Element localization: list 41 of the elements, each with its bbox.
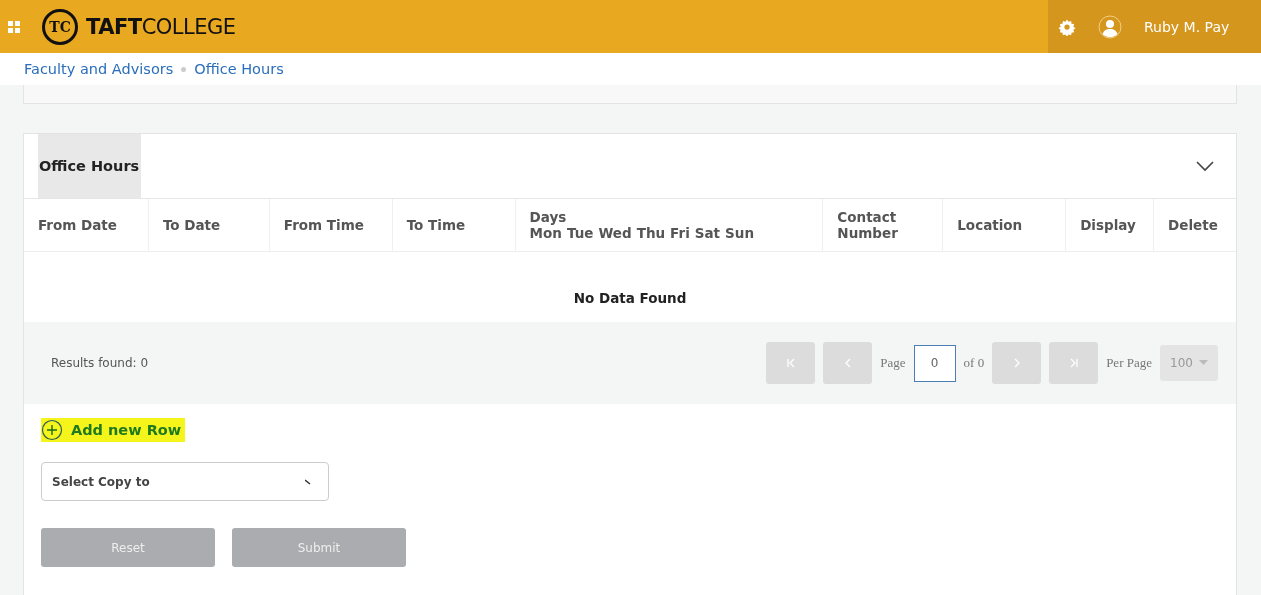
day-label: Fri [670, 225, 690, 241]
caret-icon [1198, 360, 1208, 366]
day-label: Sun [725, 225, 754, 241]
day-label: Mon [529, 225, 562, 241]
previous-page-button[interactable] [823, 342, 873, 384]
day-label: Tue [566, 225, 594, 241]
add-row-link[interactable]: Add new Row [41, 418, 186, 442]
user-name[interactable]: Ruby M. Pay [1144, 18, 1230, 35]
chevron-icon[interactable] [1196, 160, 1214, 172]
last-page-icon [1068, 358, 1079, 368]
column-header: Days [529, 209, 568, 225]
breadcrumb-link[interactable]: Office Hours [194, 61, 284, 77]
column-header: To Time [406, 217, 467, 233]
day-label: Sat [694, 225, 721, 241]
per-page-label: Per Page [1106, 355, 1152, 371]
apps-grid-icon[interactable] [8, 20, 20, 33]
results-count: Results found: 0 [51, 356, 149, 370]
page-total: of 0 [963, 355, 985, 371]
last-page-button[interactable] [1049, 342, 1099, 384]
column-header: From Time [283, 217, 365, 233]
user-avatar-icon[interactable] [1098, 14, 1122, 39]
day-label: Thu [636, 225, 666, 241]
next-page-button[interactable] [992, 342, 1042, 384]
copy-to-select[interactable]: Select Copy to [41, 462, 329, 501]
logo-emblem: TC [42, 8, 78, 45]
day-label: Wed [598, 225, 632, 241]
column-header: Contact Number [837, 209, 899, 241]
settings-icon[interactable] [1058, 17, 1076, 36]
column-header: Display [1080, 217, 1137, 233]
panel-title: Office Hours [38, 134, 141, 198]
column-header: Delete [1168, 217, 1219, 233]
column-header: Location [957, 217, 1024, 233]
caret-icon [305, 478, 311, 485]
plus-circle-icon [41, 419, 63, 441]
college-logo-text: TAFTCOLLEGE [86, 14, 236, 39]
column-header: From Date [38, 217, 118, 233]
first-page-icon [785, 358, 796, 368]
breadcrumb-link[interactable]: Faculty and Advisors [24, 61, 174, 77]
page-label: Page [880, 355, 906, 371]
column-header: To Date [162, 217, 222, 233]
empty-message: No Data Found [573, 290, 687, 306]
